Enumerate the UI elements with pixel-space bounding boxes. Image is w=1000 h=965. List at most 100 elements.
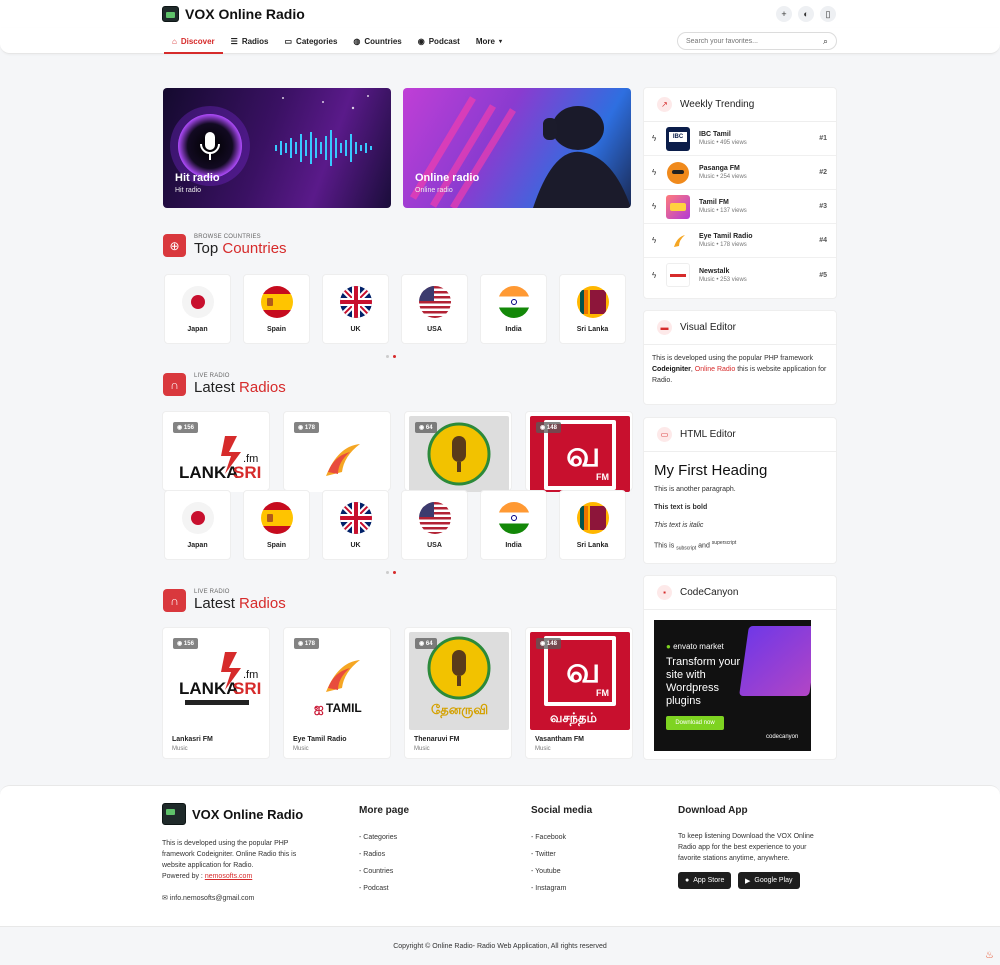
visual-editor-text: This is developed using the popular PHP …: [652, 355, 827, 384]
card-title: CodeCanyon: [680, 587, 739, 598]
radio-card-eye-tamil[interactable]: ◉ 178: [283, 411, 391, 492]
radio-name[interactable]: Vasantham FM: [535, 736, 584, 743]
home-icon: ⌂: [172, 36, 177, 46]
country-card-usa[interactable]: USA: [401, 490, 468, 560]
trending-item[interactable]: ϟ Newstalk Music • 253 views #5: [644, 258, 836, 292]
footer-brand: VOX Online Radio: [192, 806, 304, 822]
nav-discover[interactable]: ⌂ Discover: [164, 28, 223, 54]
footer-powered-link[interactable]: nemosofts.com: [205, 873, 252, 880]
eye-tamil-logo: [666, 228, 690, 253]
google-play-button[interactable]: ▶ Google Play: [738, 872, 800, 889]
views-badge: ◉ 64: [415, 422, 437, 433]
radio-card-vasantham[interactable]: வ FM ◉ 148: [525, 411, 633, 492]
radio-card-vasantham[interactable]: வ FM வசந்தம் ◉ 148 Vasantham FM Music: [525, 627, 633, 759]
views-count: 178: [304, 641, 315, 647]
moon-icon[interactable]: ◐: [798, 6, 814, 22]
country-card-india[interactable]: India: [480, 274, 547, 344]
footer-link-podcast[interactable]: - Podcast: [359, 885, 389, 892]
carousel-dot[interactable]: [386, 355, 389, 358]
plus-icon[interactable]: +: [776, 6, 792, 22]
nav-podcast[interactable]: ◉ Podcast: [410, 28, 468, 54]
usa-flag-icon: [418, 285, 451, 318]
footer-more-title: More page: [359, 805, 410, 816]
eye-icon: ◉: [419, 425, 426, 431]
radio-card-eye-tamil[interactable]: ஐ TAMIL ◉ 178 Eye Tamil Radio Music: [283, 627, 391, 759]
main-nav-bar: ⌂ Discover ☰ Radios ▭ Categories ◍ Countries…: [0, 28, 1000, 54]
india-flag-icon: [497, 501, 530, 534]
radio-name[interactable]: Thenaruvi FM: [414, 736, 460, 743]
country-card-sri-lanka[interactable]: Sri Lanka: [559, 490, 626, 560]
nav-more[interactable]: More ▾: [468, 28, 510, 54]
radio-card-lankasri[interactable]: LANKA SRI .fm ◉ 156: [162, 411, 270, 492]
japan-flag-icon: [181, 285, 214, 318]
country-name: USA: [427, 541, 442, 549]
country-card-india[interactable]: India: [480, 490, 547, 560]
newstalk-logo: [666, 263, 690, 287]
footer-link-countries[interactable]: - Countries: [359, 868, 393, 875]
trending-item[interactable]: ϟ IBC IBC Tamil Music • 495 views #1: [644, 122, 836, 156]
radio-card-thenaruvi[interactable]: தேனருவி ◉ 64 Thenaruvi FM Music: [404, 627, 512, 759]
radio-name[interactable]: Eye Tamil Radio: [293, 736, 347, 743]
trending-item[interactable]: ϟ Pasanga FM Music • 254 views #2: [644, 156, 836, 190]
country-card-usa[interactable]: USA: [401, 274, 468, 344]
codecanyon-ad[interactable]: ● envato market Transform your site with…: [654, 620, 811, 751]
footer-desc: This is developed using the popular PHP …: [162, 840, 297, 869]
country-card-sri-lanka[interactable]: Sri Lanka: [559, 274, 626, 344]
footer-logo[interactable]: VOX Online Radio: [162, 803, 303, 825]
flame-icon[interactable]: ♨: [985, 950, 994, 961]
logo[interactable]: VOX Online Radio: [162, 6, 305, 22]
ad-brand: ● envato market: [666, 642, 724, 651]
nav-label: Podcast: [428, 36, 460, 46]
ve-link[interactable]: Online Radio: [695, 366, 735, 373]
country-card-uk[interactable]: UK: [322, 490, 389, 560]
trending-item[interactable]: ϟ Eye Tamil Radio Music • 178 views #4: [644, 224, 836, 258]
footer-link-youtube[interactable]: - Youtube: [531, 868, 561, 875]
carousel-dot[interactable]: [386, 571, 389, 574]
footer-app-desc: To keep listening Download the VOX Onlin…: [678, 833, 814, 862]
podcast-icon: ◉: [417, 36, 425, 46]
views-badge: ◉ 156: [173, 638, 198, 649]
footer-link-instagram[interactable]: - Instagram: [531, 885, 566, 892]
country-card-spain[interactable]: Spain: [243, 490, 310, 560]
play-icon: ▶: [745, 877, 751, 885]
ad-download-button[interactable]: Download now: [666, 716, 724, 730]
search-icon[interactable]: ⌕: [823, 36, 828, 47]
country-card-uk[interactable]: UK: [322, 274, 389, 344]
he-bold: This text is bold: [654, 504, 708, 511]
footer-link-facebook[interactable]: - Facebook: [531, 834, 566, 841]
trending-item[interactable]: ϟ Tamil FM Music • 137 views #3: [644, 190, 836, 224]
app-store-button[interactable]: ● App Store: [678, 872, 732, 889]
footer-link-categories[interactable]: - Categories: [359, 834, 397, 841]
carousel-dot-active[interactable]: [393, 355, 396, 358]
search-input[interactable]: [686, 37, 823, 45]
country-card-japan[interactable]: Japan: [164, 490, 231, 560]
footer-email-text[interactable]: info.nemosofts@gmail.com: [170, 895, 255, 902]
footer-email: ✉ info.nemosofts@gmail.com: [162, 893, 254, 904]
banner-hit-radio[interactable]: Hit radio Hit radio: [163, 88, 391, 208]
carousel-dot-active[interactable]: [393, 571, 396, 574]
country-name: Japan: [187, 541, 208, 549]
he-sub: subscript: [676, 545, 697, 552]
card-header: ▬ Visual Editor: [644, 311, 836, 345]
country-name: USA: [427, 325, 442, 333]
footer-link-radios[interactable]: - Radios: [359, 851, 385, 858]
footer-link-twitter[interactable]: - Twitter: [531, 851, 556, 858]
views-badge: ◉ 64: [415, 638, 437, 649]
radio-name[interactable]: Lankasri FM: [172, 736, 213, 743]
eye-icon: ◉: [419, 641, 426, 647]
nav-countries[interactable]: ◍ Countries: [345, 28, 409, 54]
bookmark-icon[interactable]: ▯: [820, 6, 836, 22]
country-card-spain[interactable]: Spain: [243, 274, 310, 344]
radio-card-lankasri[interactable]: LANKA SRI .fm ◉ 156 Lankasri FM Music: [162, 627, 270, 759]
nav-categories[interactable]: ▭ Categories: [276, 28, 345, 54]
nav-label: Discover: [180, 36, 215, 46]
trending-name: Newstalk: [699, 267, 730, 275]
country-card-japan[interactable]: Japan: [164, 274, 231, 344]
svg-text:SRI: SRI: [233, 463, 261, 482]
codecanyon-card: ▪ CodeCanyon ● envato market Transform y…: [643, 575, 837, 760]
card-title: HTML Editor: [680, 429, 736, 440]
radio-card-thenaruvi[interactable]: ◉ 64: [404, 411, 512, 492]
banner-online-radio[interactable]: Online radio Online radio: [403, 88, 631, 208]
nav-label: More: [475, 36, 495, 46]
nav-radios[interactable]: ☰ Radios: [223, 28, 277, 54]
